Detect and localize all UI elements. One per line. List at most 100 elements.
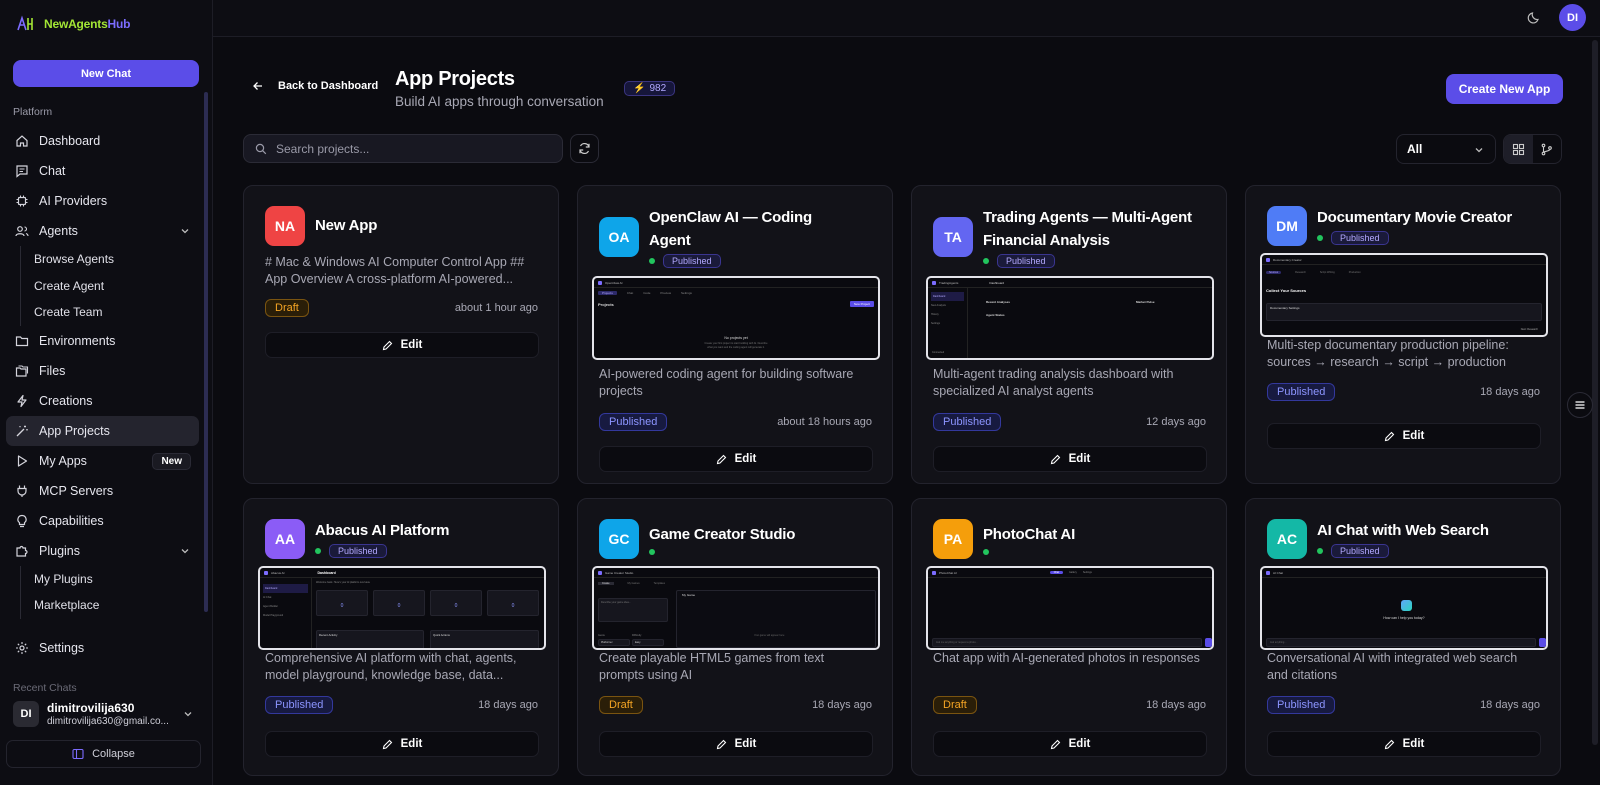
sidebar-scrollbar[interactable] [204,92,208,612]
refresh-icon [579,142,590,155]
sidebar-item-app-projects[interactable]: App Projects [6,415,199,446]
edit-label: Edit [1068,738,1091,750]
sidebar-item-files[interactable]: Files [6,356,199,386]
sidebar-item-label: My Apps [39,453,87,468]
project-card[interactable]: DM Documentary Movie Creator Published D… [1245,185,1561,484]
pencil-icon [1384,739,1394,749]
project-title: Game Creator Studio [649,526,796,543]
app-preview[interactable]: PhotoChat AI Chat Gallery Settings Ask me a… [926,566,1214,650]
preview-text: PhotoChat AI [939,570,957,575]
project-card[interactable]: NA New App # Mac & Windows AI Computer C… [243,185,559,484]
project-card[interactable]: TA Trading Agents — Multi-Agent Financia… [911,185,1227,484]
app-preview[interactable]: Abacus AI Dashboard Dashboard AI Chat Agent… [258,566,546,650]
edit-button[interactable]: Edit [1267,423,1541,449]
chevron-down-icon [184,712,192,717]
grid-view-button[interactable] [1504,135,1533,163]
pencil-icon [1384,431,1394,441]
preview-text: Preview [660,291,672,295]
sidebar-item-plugins[interactable]: Plugins [6,536,199,566]
sidebar-item-mcp-servers[interactable]: MCP Servers [6,476,199,506]
page-title: App Projects [395,68,515,90]
edit-button[interactable]: Edit [599,731,873,757]
status-dot [315,548,321,554]
app-logo[interactable]: NewAgentsHub [16,14,130,34]
sidebar-item-label: MCP Servers [39,483,114,498]
sidebar-item-label: Dashboard [39,134,101,148]
sidebar-item-marketplace[interactable]: Marketplace [34,592,199,619]
preview-text: Chat [626,291,634,295]
project-avatar: PA [933,519,973,559]
sidebar-item-capabilities[interactable]: Capabilities [6,506,199,536]
sidebar-item-my-plugins[interactable]: My Plugins [34,566,199,593]
app-preview[interactable]: Game Creator Studio Create My Games Templa… [592,566,880,650]
filter-value: All [1407,142,1423,156]
status-filter-select[interactable]: All [1396,134,1496,164]
tree-view-button[interactable] [1533,135,1562,163]
sidebar-item-label: Plugins [39,543,80,558]
sidebar-item-ai-providers[interactable]: AI Providers [6,186,199,216]
sidebar-item-label: AI Providers [39,194,108,208]
edit-button[interactable]: Edit [933,446,1207,472]
preview-text: 0 [316,590,368,616]
sidebar-item-settings[interactable]: Settings [6,633,199,663]
preview-text: Quick Actions [430,630,539,648]
sidebar-item-label: Creations [39,393,93,408]
preview-text: Ask anything... [1266,638,1536,647]
status-dot [649,549,655,555]
user-menu[interactable]: DI dimitrovilija630 dimitrovilija630@gma… [6,694,206,734]
preview-text: TradingAgents [939,280,959,285]
sidebar-item-agents[interactable]: Agents [6,216,199,246]
sidebar-item-creations[interactable]: Creations [6,386,199,416]
project-card[interactable]: GC Game Creator Studio Game Creator Stud… [577,498,893,776]
create-new-app-button[interactable]: Create New App [1446,74,1563,104]
project-description: Chat app with AI-generated photos in res… [933,651,1200,665]
sidebar-item-my-apps[interactable]: My Apps New [6,446,199,476]
panel-toggle-button[interactable] [1567,392,1593,418]
project-avatar: TA [933,217,973,257]
sidebar-item-label: Files [39,363,66,378]
new-chat-button[interactable]: New Chat [13,60,199,87]
project-card[interactable]: AA Abacus AI Platform Published Abacus A… [243,498,559,776]
preview-text: Production [1348,271,1361,274]
project-title: New App [315,217,378,234]
sidebar-item-chat[interactable]: Chat [6,156,199,186]
recent-chats-label: Recent Chats [13,682,77,694]
app-preview[interactable]: Documentary Creator Sources Research Scrip… [1260,253,1548,337]
bulb-icon [15,514,29,528]
status-line [649,549,655,555]
credits-value: 982 [649,83,667,94]
avatar[interactable]: DI [1559,4,1586,31]
sidebar-item-create-team[interactable]: Create Team [34,299,199,326]
edit-button[interactable]: Edit [265,332,539,358]
search-input[interactable] [276,141,546,156]
app-preview[interactable]: OpenClaw AI Projects Chat Code Preview Setti… [592,276,880,360]
sidebar-item-create-agent[interactable]: Create Agent [34,273,199,300]
app-preview[interactable]: AI Chat How can I help you today? Ask an… [1260,566,1548,650]
project-card[interactable]: OA OpenClaw AI — Coding Agent Published … [577,185,893,484]
preview-text: New Analysis [931,304,946,307]
edit-button[interactable]: Edit [265,731,539,757]
sidebar-item-dashboard[interactable]: Dashboard [6,126,199,156]
edit-button[interactable]: Edit [599,446,873,472]
edit-label: Edit [1402,430,1425,442]
edit-button[interactable]: Edit [1267,731,1541,757]
edit-button[interactable]: Edit [933,731,1207,757]
preview-text: No projects yet [724,336,748,340]
page-scrollbar[interactable] [1592,40,1598,745]
back-to-dashboard-link[interactable]: Back to Dashboard [252,80,378,92]
preview-text: Settings [681,291,692,295]
preview-text: Dashboard [931,292,964,301]
project-card[interactable]: PA PhotoChat AI PhotoChat AI Chat Gallery S… [911,498,1227,776]
home-icon [15,134,29,148]
collapse-button[interactable]: Collapse [6,740,201,768]
sidebar-item-browse-agents[interactable]: Browse Agents [34,246,199,273]
preview-text: Genre [598,634,605,637]
chat-icon [15,164,29,178]
preview-text: Documentary Settings [1270,306,1300,310]
preview-text: Recent Analyses [986,300,1010,304]
refresh-button[interactable] [570,134,599,163]
moon-icon[interactable] [1527,10,1542,25]
sidebar-item-environments[interactable]: Environments [6,326,199,356]
app-preview[interactable]: TradingAgents Dashboard Dashboard New Anal… [926,276,1214,360]
project-card[interactable]: AC AI Chat with Web Search Published AI … [1245,498,1561,776]
